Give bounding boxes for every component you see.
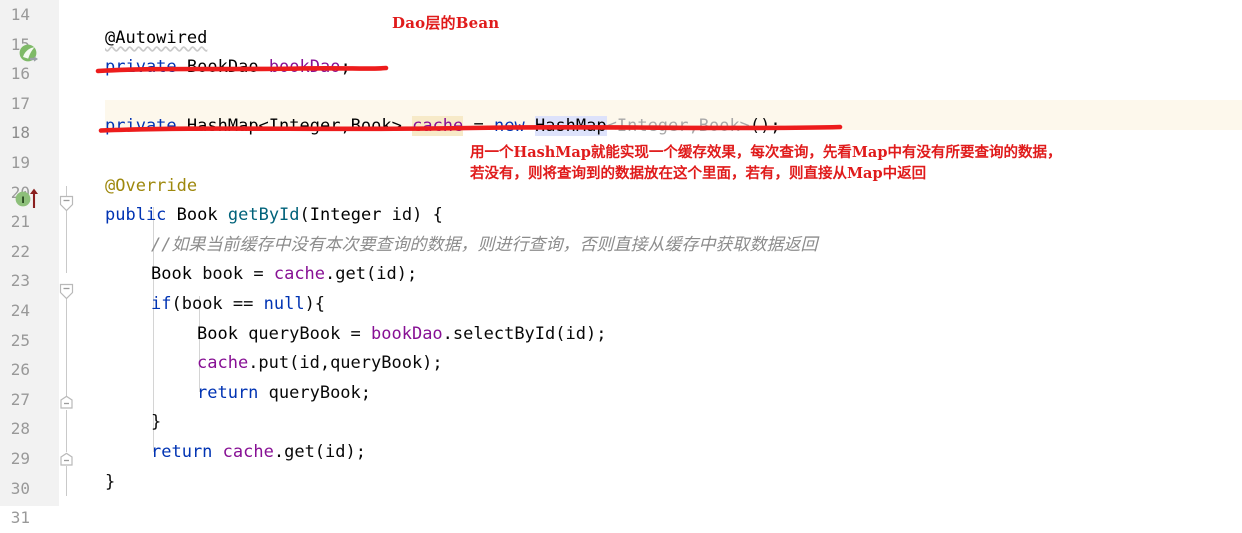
- code-line[interactable]: public Book getById(Integer id) {: [105, 201, 443, 231]
- code-token: //如果当前缓存中没有本次要查询的数据，则进行查询，否则直接从缓存中获取数据返回: [151, 234, 818, 255]
- code-token: private: [105, 57, 177, 78]
- code-token: Book: [151, 264, 192, 285]
- code-token: cache: [273, 264, 326, 285]
- code-token: cache: [412, 116, 464, 137]
- code-token: .selectById(id);: [442, 323, 607, 344]
- code-text-layer[interactable]: @Autowired private BookDao bookDao; privat…: [0, 0, 1242, 506]
- code-token: queryBook =: [237, 323, 372, 344]
- code-line[interactable]: }: [105, 468, 115, 498]
- code-token: public: [105, 205, 167, 226]
- code-token: book =: [191, 264, 274, 285]
- code-token: (book ==: [171, 294, 264, 314]
- code-token: get: [335, 264, 366, 285]
- annotation-note-line1: 用一个HashMap就能实现一个缓存效果，每次查询，先看Map中有没有所要查询的…: [470, 144, 1062, 161]
- code-token: HashMap: [534, 116, 607, 137]
- code-editor[interactable]: 14 15 16 17 18 19 20 21 22 23 24 25 26 27 28 29 30 31 I: [0, 0, 1242, 527]
- code-token: =: [463, 116, 494, 137]
- code-token: bookDao: [371, 323, 443, 344]
- code-token: BookDao: [186, 57, 259, 78]
- code-token: }: [105, 471, 116, 492]
- code-token: .put(id,queryBook);: [248, 353, 443, 374]
- code-token: cache: [197, 353, 249, 374]
- code-token: @Override: [105, 175, 198, 196]
- code-token: cache: [222, 442, 274, 462]
- code-line[interactable]: return cache.get(id);: [151, 438, 366, 468]
- code-line[interactable]: @Autowired: [105, 24, 207, 54]
- code-line[interactable]: Book book = cache.get(id);: [151, 260, 417, 290]
- code-token: new: [494, 116, 525, 137]
- code-token: ;: [340, 57, 351, 78]
- annotation-bean-label: Dao层的Bean: [392, 14, 500, 32]
- code-line[interactable]: @Override: [105, 172, 197, 202]
- code-line[interactable]: if(book == null){: [151, 290, 325, 320]
- code-token: Book: [197, 323, 238, 344]
- code-line[interactable]: Book queryBook = bookDao.selectById(id);: [197, 320, 606, 350]
- code-token: queryBook;: [258, 382, 372, 403]
- annotation-note-line2: 若没有，则将查询到的数据放在这个里面，若有，则直接从Map中返回: [470, 165, 927, 182]
- code-token: private: [105, 116, 177, 137]
- code-token: return: [151, 442, 213, 462]
- code-token: }: [151, 412, 162, 433]
- code-token: <Integer,Book>: [606, 116, 750, 137]
- code-token: null: [263, 294, 305, 314]
- code-token: ();: [749, 116, 781, 137]
- code-token: bookDao: [268, 57, 341, 78]
- line-number: 31: [10, 508, 30, 528]
- code-line[interactable]: //如果当前缓存中没有本次要查询的数据，则进行查询，否则直接从缓存中获取数据返回: [151, 231, 817, 261]
- code-token: id) {: [381, 205, 443, 226]
- code-line[interactable]: cache.put(id,queryBook);: [197, 349, 443, 379]
- code-token: (: [299, 205, 310, 226]
- code-token: ){: [304, 294, 326, 314]
- code-line[interactable]: return queryBook;: [197, 379, 371, 409]
- code-token: return: [197, 382, 259, 403]
- code-token: .get(id);: [273, 442, 366, 462]
- code-token: .: [325, 264, 336, 285]
- code-token: Book: [176, 205, 218, 226]
- code-token: (id);: [366, 264, 418, 285]
- code-line[interactable]: }: [151, 408, 161, 438]
- code-line[interactable]: private HashMap<Integer,Book> cache = ne…: [105, 112, 781, 142]
- code-token: Integer: [309, 205, 382, 226]
- code-token: if: [151, 294, 172, 314]
- code-token: HashMap<Integer,Book>: [186, 116, 402, 137]
- code-line[interactable]: private BookDao bookDao;: [105, 53, 351, 83]
- code-token: getById: [227, 205, 300, 226]
- code-token: @Autowired: [105, 27, 208, 48]
